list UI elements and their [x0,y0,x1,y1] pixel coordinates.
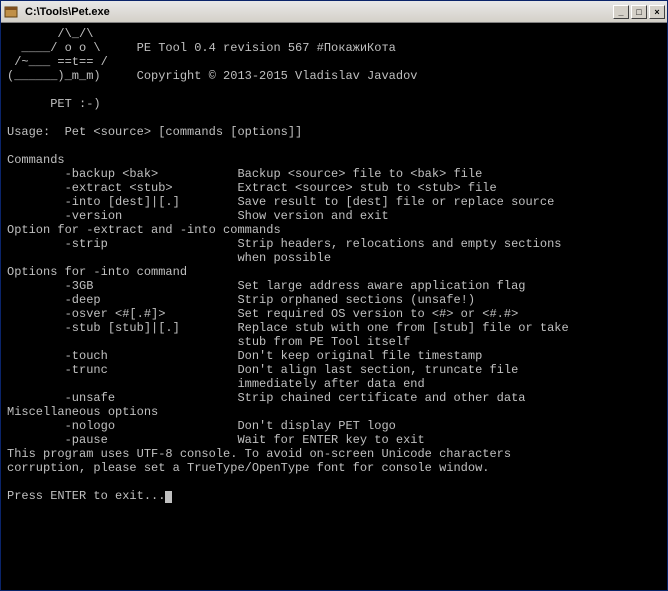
section-commands: Commands -backup <bak> Backup <source> f… [7,153,554,223]
close-button[interactable]: × [649,5,665,19]
section-misc: Miscellaneous options -nologo Don't disp… [7,405,425,447]
console-window: C:\Tools\Pet.exe _ □ × /\_/\ ____/ o o \… [0,0,668,591]
console-output[interactable]: /\_/\ ____/ o o \ PE Tool 0.4 revision 5… [1,23,667,590]
maximize-button[interactable]: □ [631,5,647,19]
footer: This program uses UTF-8 console. To avoi… [7,447,511,503]
section-opt-extract: Option for -extract and -into commands -… [7,223,562,265]
section-header: Commands [7,153,65,167]
app-icon [3,4,19,20]
section-header: Option for -extract and -into commands [7,223,281,237]
window-controls: _ □ × [611,5,665,19]
section-header: Options for -into command [7,265,187,279]
window-title: C:\Tools\Pet.exe [23,6,611,18]
titlebar[interactable]: C:\Tools\Pet.exe _ □ × [1,1,667,23]
section-opt-into: Options for -into command -3GB Set large… [7,265,569,405]
ascii-art: /\_/\ ____/ o o \ PE Tool 0.4 revision 5… [7,27,417,111]
section-header: Miscellaneous options [7,405,158,419]
minimize-button[interactable]: _ [613,5,629,19]
exit-prompt: Press ENTER to exit... [7,489,165,503]
cursor [165,491,172,503]
usage-line: Usage: Pet <source> [commands [options]] [7,125,302,139]
